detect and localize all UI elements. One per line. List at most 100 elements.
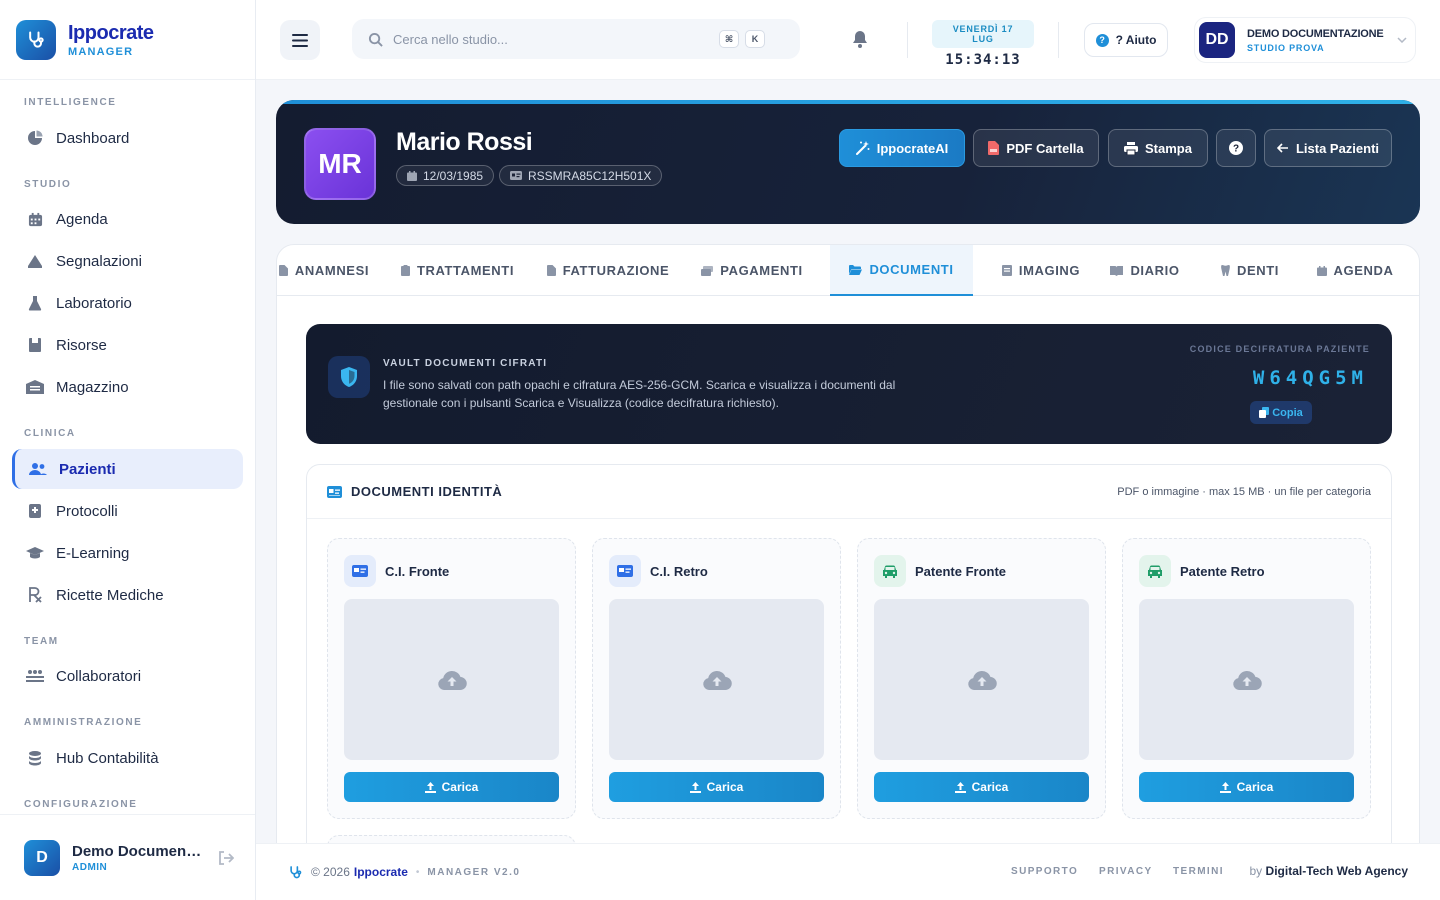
tab-anamnesi[interactable]: ANAMNESI (277, 245, 371, 296)
sidebar-item-dashboard[interactable]: Dashboard (12, 118, 243, 158)
question-circle-icon: ? (1229, 141, 1243, 155)
doc-card-title: C.I. Retro (650, 564, 708, 579)
tab-label: TRATTAMENTI (416, 263, 515, 278)
patient-avatar: MR (304, 128, 376, 200)
separator-dot: • (415, 866, 420, 878)
file-icon (278, 265, 288, 276)
sidebar-item-label: Protocolli (56, 502, 118, 520)
nav-group-studio: STUDIO (24, 179, 72, 190)
car-icon (1139, 555, 1171, 587)
footer-by-prefix: by (1249, 864, 1263, 878)
accent-stripe (276, 100, 1420, 104)
help-circle-button[interactable]: ? (1216, 129, 1256, 167)
tab-imaging[interactable]: IMAGING (991, 245, 1091, 296)
tab-label: ANAMNESI (294, 263, 370, 278)
sidebar-item-elearning[interactable]: E-Learning (12, 533, 243, 573)
upload-label: Carica (441, 780, 479, 794)
users-icon (29, 460, 47, 478)
upload-button[interactable]: Carica (609, 772, 824, 802)
doc-card-title: Patente Retro (1180, 564, 1265, 579)
fiscal-code: RSSMRA85C12H501X (528, 168, 652, 183)
tab-denti[interactable]: DENTI (1219, 245, 1281, 296)
tab-diario[interactable]: DIARIO (1110, 245, 1180, 296)
protocol-icon (26, 502, 44, 520)
tab-agenda[interactable]: AGENDA (1313, 245, 1397, 296)
print-button[interactable]: Stampa (1108, 129, 1208, 167)
logout-icon[interactable] (218, 850, 234, 865)
topbar: ⌘ K VENERDÌ 17 LUG 15:34:13 ? ? Aiuto DD… (256, 0, 1440, 80)
folder-open-icon (849, 264, 863, 275)
search-bar[interactable]: ⌘ K (352, 19, 800, 59)
sidebar-item-risorse[interactable]: Risorse (12, 325, 243, 365)
sidebar-item-collaboratori[interactable]: Collaboratori (12, 656, 243, 696)
bell-icon[interactable] (852, 30, 868, 48)
sidebar-item-magazzino[interactable]: Magazzino (12, 367, 243, 407)
sidebar-item-laboratorio[interactable]: Laboratorio (12, 283, 243, 323)
doc-card-ci-retro: C.I. Retro Carica (592, 538, 841, 819)
sidebar-item-label: Laboratorio (56, 294, 132, 312)
footer-link-supporto[interactable]: SUPPORTO (1011, 866, 1078, 877)
footer-link-termini[interactable]: TERMINI (1173, 866, 1224, 877)
warehouse-icon (26, 378, 44, 396)
date-time: VENERDÌ 17 LUG 15:34:13 (932, 20, 1034, 68)
docs-header: DOCUMENTI IDENTITÀ PDF o immagine · max … (307, 465, 1391, 519)
brand-subtitle: MANAGER (68, 45, 134, 58)
tab-trattamenti[interactable]: TRATTAMENTI (390, 245, 525, 296)
doc-card-patente-retro: Patente Retro Carica (1122, 538, 1371, 819)
kbd-cmd: ⌘ (719, 30, 739, 48)
tab-label: AGENDA (1333, 263, 1394, 278)
upload-button[interactable]: Carica (874, 772, 1089, 802)
upload-icon (689, 781, 701, 793)
sidebar-item-pazienti[interactable]: Pazienti (12, 449, 243, 489)
ippocrate-ai-button[interactable]: IppocrateAI (839, 129, 965, 167)
sidebar-item-ricette[interactable]: Ricette Mediche (12, 575, 243, 615)
sidebar-item-agenda[interactable]: Agenda (12, 199, 243, 239)
upload-dropzone[interactable] (1139, 599, 1354, 760)
tab-pagamenti[interactable]: PAGAMENTI (692, 245, 812, 296)
footer: © 2026 Ippocrate • MANAGER V2.0 SUPPORTO… (256, 843, 1440, 900)
doc-card-title: Patente Fronte (915, 564, 1007, 579)
upload-dropzone[interactable] (874, 599, 1089, 760)
sidebar-item-label: Hub Contabilità (56, 749, 159, 767)
upload-button[interactable]: Carica (1139, 772, 1354, 802)
help-button[interactable]: ? ? Aiuto (1084, 23, 1168, 57)
tab-documenti[interactable]: DOCUMENTI (830, 245, 973, 296)
book-icon (1110, 265, 1124, 276)
patient-list-button[interactable]: Lista Pazienti (1264, 129, 1392, 167)
stethoscope-icon (288, 865, 303, 880)
copy-button[interactable]: Copia (1250, 401, 1312, 424)
pie-chart-icon (26, 129, 44, 147)
sidebar-user[interactable]: D Demo Documentazione ADMIN (0, 814, 255, 900)
pdf-cartella-button[interactable]: PDF Cartella (973, 129, 1099, 167)
tab-fatturazione[interactable]: FATTURAZIONE (543, 245, 673, 296)
upload-dropzone[interactable] (609, 599, 824, 760)
menu-button[interactable] (280, 20, 320, 60)
footer-link-privacy[interactable]: PRIVACY (1099, 866, 1153, 877)
calendar-icon (407, 170, 417, 181)
search-input[interactable] (393, 31, 713, 47)
sidebar-item-protocolli[interactable]: Protocolli (12, 491, 243, 531)
upload-dropzone[interactable] (344, 599, 559, 760)
pdf-file-icon (988, 141, 1000, 155)
footer-credit: by Digital-Tech Web Agency (1250, 864, 1409, 878)
printer-icon (1124, 141, 1139, 155)
sidebar-item-segnalazioni[interactable]: Segnalazioni (12, 241, 243, 281)
vault-banner: VAULT DOCUMENTI CIFRATI I file sono salv… (306, 324, 1392, 444)
sidebar: Ippocrate MANAGER INTELLIGENCE Dashboard… (0, 0, 256, 900)
vault-code: W64QG5M (1252, 367, 1368, 389)
tab-label: PAGAMENTI (720, 263, 803, 278)
chevron-down-icon (1397, 37, 1407, 43)
kbd-k: K (745, 30, 765, 48)
footer-agency[interactable]: Digital-Tech Web Agency (1266, 864, 1408, 878)
id-card-icon (344, 555, 376, 587)
brand[interactable]: Ippocrate MANAGER (0, 0, 255, 80)
tab-label: FATTURAZIONE (562, 263, 670, 278)
team-icon (26, 667, 44, 685)
user-menu[interactable]: DD DEMO DOCUMENTAZIONE STUDIO PROVA (1194, 17, 1416, 63)
flask-icon (26, 294, 44, 312)
user-name: DEMO DOCUMENTAZIONE (1247, 27, 1384, 40)
car-icon (874, 555, 906, 587)
sidebar-item-hub-contabilita[interactable]: Hub Contabilità (12, 738, 243, 778)
footer-copyright: © 2026 (311, 865, 350, 879)
upload-button[interactable]: Carica (344, 772, 559, 802)
